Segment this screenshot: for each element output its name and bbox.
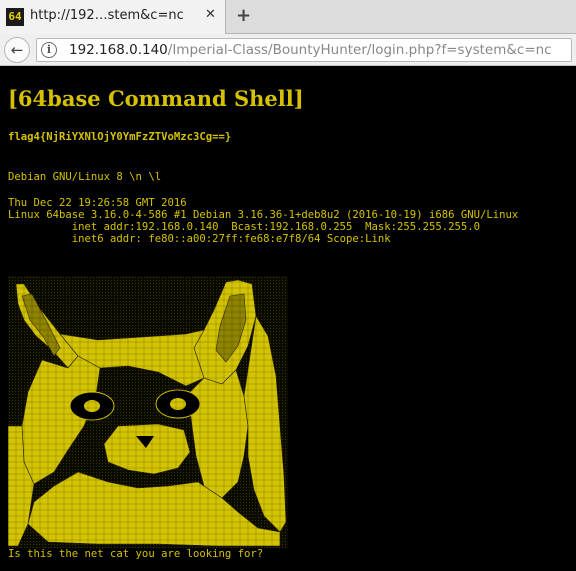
netcat-art-graphic: [8, 276, 288, 548]
flag-text: flag4{NjRiYXNlOjY0YmFzZTVoMzc3Cg==}: [8, 131, 232, 143]
caption-text: Is this the net cat you are looking for?: [8, 548, 264, 560]
netcat-ascii-art: [8, 276, 288, 548]
tab-title: http://192…stem&c=nc: [30, 8, 184, 23]
browser-tab[interactable]: 64 http://192…stem&c=nc ✕: [0, 0, 226, 34]
url-path: /Imperial-Class/BountyHunter/login.php?f…: [167, 42, 552, 58]
uname-text: Linux 64base 3.16.0-4-586 #1 Debian 3.16…: [8, 209, 519, 221]
back-button[interactable]: ←: [4, 37, 30, 63]
navigation-bar: ← i 192.168.0.140/Imperial-Class/BountyH…: [0, 34, 576, 66]
favicon-icon: 64: [6, 8, 24, 26]
date-text: Thu Dec 22 19:26:58 GMT 2016: [8, 197, 187, 209]
url-host: 192.168.0.140: [69, 42, 168, 58]
url-text[interactable]: 192.168.0.140/Imperial-Class/BountyHunte…: [69, 42, 552, 58]
page-content: [64base Command Shell] flag4{NjRiYXNlOjY…: [0, 66, 576, 571]
info-icon[interactable]: i: [41, 42, 57, 58]
close-tab-icon[interactable]: ✕: [205, 7, 216, 22]
new-tab-button[interactable]: +: [236, 5, 251, 26]
inet-addr-text: inet addr:192.168.0.140 Bcast:192.168.0.…: [8, 221, 480, 233]
os-issue-text: Debian GNU/Linux 8 \n \l: [8, 171, 162, 183]
url-bar[interactable]: i 192.168.0.140/Imperial-Class/BountyHun…: [36, 38, 572, 62]
tab-bar: 64 http://192…stem&c=nc ✕ +: [0, 0, 576, 34]
inet6-addr-text: inet6 addr: fe80::a00:27ff:fe68:e7f8/64 …: [8, 233, 391, 245]
page-title: [64base Command Shell]: [8, 86, 304, 111]
